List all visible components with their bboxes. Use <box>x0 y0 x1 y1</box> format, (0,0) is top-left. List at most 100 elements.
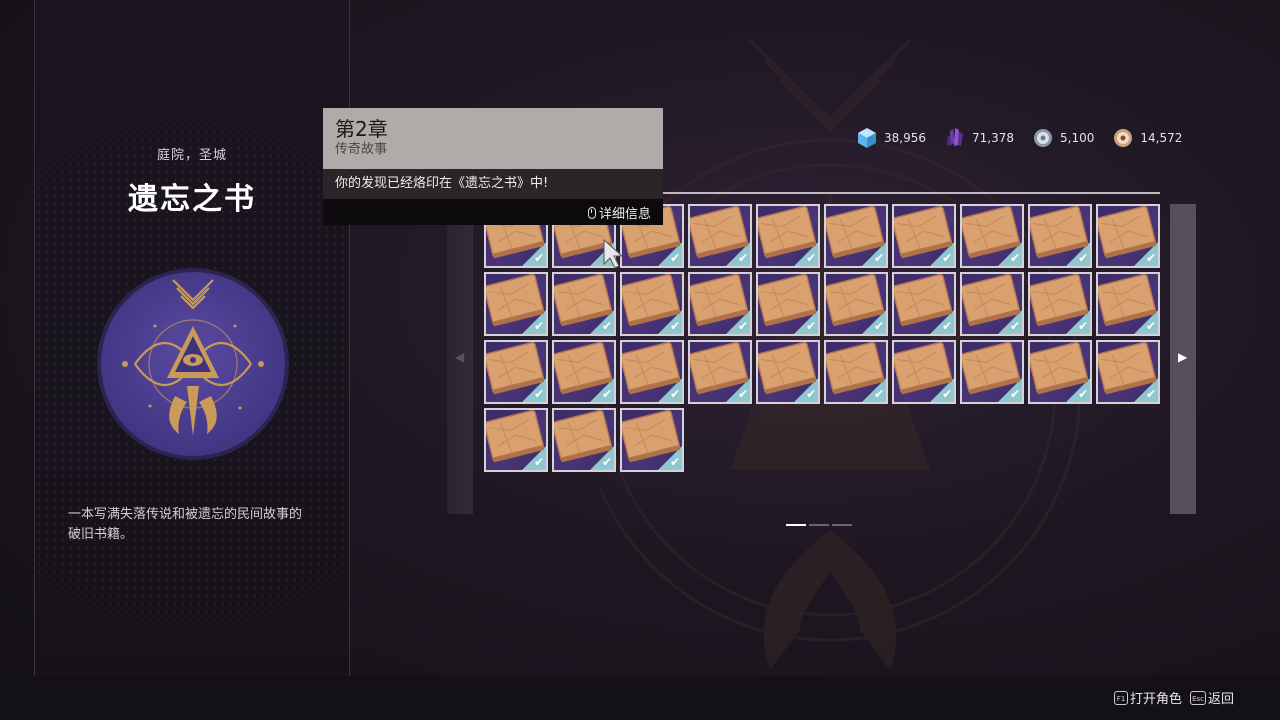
tooltip-header: 第2章 传奇故事 <box>323 108 663 169</box>
collection-item[interactable]: ✔ <box>892 340 956 404</box>
collection-item[interactable]: ✔ <box>824 340 888 404</box>
checkmark-icon: ✔ <box>941 319 952 333</box>
collection-item[interactable]: ✔ <box>620 408 684 472</box>
checkmark-icon: ✔ <box>1009 387 1020 401</box>
key-badge: Esc <box>1190 690 1206 705</box>
checkmark-icon: ✔ <box>737 387 748 401</box>
checkmark-icon: ✔ <box>1077 251 1088 265</box>
collection-item[interactable]: ✔ <box>756 340 820 404</box>
checkmark-icon: ✔ <box>805 387 816 401</box>
collection-item[interactable]: ✔ <box>960 340 1024 404</box>
bronze-coin-icon <box>1114 129 1133 147</box>
currency-value: 71,378 <box>972 131 1014 145</box>
currency-value: 38,956 <box>884 131 926 145</box>
page-indicator <box>786 524 852 526</box>
collection-item[interactable]: ✔ <box>484 408 548 472</box>
detail-label: 详细信息 <box>598 207 651 222</box>
collection-item[interactable]: ✔ <box>756 272 820 336</box>
key-badge: F1 <box>1114 690 1129 705</box>
collection-item[interactable]: ✔ <box>1028 340 1092 404</box>
checkmark-icon: ✔ <box>941 387 952 401</box>
grid-divider <box>663 192 1160 194</box>
page-dot[interactable] <box>832 524 852 526</box>
book-info-panel: 庭院，圣城 遗忘之书 一本写满失落传说和被遗忘的民间故事的破旧书籍。 <box>34 0 350 720</box>
hotkey-label: 返回 <box>1207 692 1234 707</box>
hotkey-back[interactable]: Esc 返回 <box>1190 688 1234 707</box>
collection-item[interactable]: ✔ <box>892 272 956 336</box>
collection-item[interactable]: ✔ <box>1096 204 1160 268</box>
collection-item[interactable]: ✔ <box>1028 272 1092 336</box>
mouse-cursor-icon <box>603 238 624 269</box>
location-label: 庭院，圣城 <box>156 148 227 163</box>
currency-item: 71,378 <box>944 127 1014 149</box>
checkmark-icon: ✔ <box>737 319 748 333</box>
checkmark-icon: ✔ <box>533 455 544 469</box>
hotkey-bar: F1 打开角色 Esc 返回 <box>1114 688 1234 707</box>
arrow-right-icon: ▶ <box>1178 350 1188 364</box>
checkmark-icon: ✔ <box>805 319 816 333</box>
collection-item[interactable]: ✔ <box>824 204 888 268</box>
checkmark-icon: ✔ <box>601 319 612 333</box>
prev-page-button[interactable]: ◀ <box>447 204 473 514</box>
blue-cube-icon <box>858 128 876 148</box>
checkmark-icon: ✔ <box>737 251 748 265</box>
checkmark-icon: ✔ <box>533 319 544 333</box>
detail-button[interactable]: 详细信息 <box>587 203 651 222</box>
book-title: 遗忘之书 <box>128 182 256 217</box>
collection-item[interactable]: ✔ <box>688 204 752 268</box>
collection-item[interactable]: ✔ <box>1096 340 1160 404</box>
next-page-button[interactable]: ▶ <box>1170 204 1196 514</box>
currency-item: 14,572 <box>1112 127 1182 149</box>
currency-value: 5,100 <box>1060 131 1095 145</box>
collection-grid-area: ✔✔✔✔✔✔✔✔✔✔✔✔✔✔✔✔✔✔✔✔✔✔✔✔✔✔✔✔✔✔✔✔✔ <box>484 204 1164 472</box>
collection-item[interactable]: ✔ <box>552 272 616 336</box>
checkmark-icon: ✔ <box>873 387 884 401</box>
checkmark-icon: ✔ <box>669 455 680 469</box>
tooltip-footer: 详细信息 <box>323 199 663 225</box>
collection-item[interactable]: ✔ <box>620 272 684 336</box>
collection-item[interactable]: ✔ <box>552 408 616 472</box>
checkmark-icon: ✔ <box>805 251 816 265</box>
page-dot[interactable] <box>809 524 829 526</box>
collection-item[interactable]: ✔ <box>1028 204 1092 268</box>
tooltip-subtitle: 传奇故事 <box>335 142 388 157</box>
checkmark-icon: ✔ <box>1009 251 1020 265</box>
checkmark-icon: ✔ <box>873 251 884 265</box>
checkmark-icon: ✔ <box>533 251 544 265</box>
collection-item[interactable]: ✔ <box>960 272 1024 336</box>
collection-item[interactable]: ✔ <box>824 272 888 336</box>
collection-grid: ✔✔✔✔✔✔✔✔✔✔✔✔✔✔✔✔✔✔✔✔✔✔✔✔✔✔✔✔✔✔✔✔✔ <box>484 204 1164 472</box>
collection-item[interactable]: ✔ <box>756 204 820 268</box>
collection-item[interactable]: ✔ <box>688 340 752 404</box>
checkmark-icon: ✔ <box>873 319 884 333</box>
collection-item[interactable]: ✔ <box>688 272 752 336</box>
collection-item[interactable]: ✔ <box>892 204 956 268</box>
checkmark-icon: ✔ <box>941 251 952 265</box>
arrow-left-icon: ◀ <box>455 350 465 364</box>
checkmark-icon: ✔ <box>669 387 680 401</box>
checkmark-icon: ✔ <box>669 319 680 333</box>
collection-item[interactable]: ✔ <box>552 340 616 404</box>
collection-item[interactable]: ✔ <box>620 340 684 404</box>
checkmark-icon: ✔ <box>1077 387 1088 401</box>
purple-crystal-icon <box>947 128 963 146</box>
checkmark-icon: ✔ <box>601 455 612 469</box>
collection-item[interactable]: ✔ <box>1096 272 1160 336</box>
checkmark-icon: ✔ <box>1077 319 1088 333</box>
checkmark-icon: ✔ <box>669 251 680 265</box>
collection-item[interactable]: ✔ <box>484 340 548 404</box>
tooltip-message: 你的发现已经烙印在《遗忘之书》中! <box>323 169 663 199</box>
page-dot[interactable] <box>786 524 806 526</box>
collection-item[interactable]: ✔ <box>960 204 1024 268</box>
mouse-icon <box>587 206 596 219</box>
tooltip-title: 第2章 <box>335 117 388 141</box>
book-emblem-icon <box>97 268 289 460</box>
currency-value: 14,572 <box>1140 131 1183 145</box>
bottom-bar <box>0 676 1280 720</box>
collection-item[interactable]: ✔ <box>484 272 548 336</box>
silver-orb-icon <box>1034 129 1052 147</box>
checkmark-icon: ✔ <box>1009 319 1020 333</box>
hotkey-open-character[interactable]: F1 打开角色 <box>1114 688 1182 707</box>
checkmark-icon: ✔ <box>1145 251 1156 265</box>
currency-item: 5,100 <box>1032 127 1094 149</box>
